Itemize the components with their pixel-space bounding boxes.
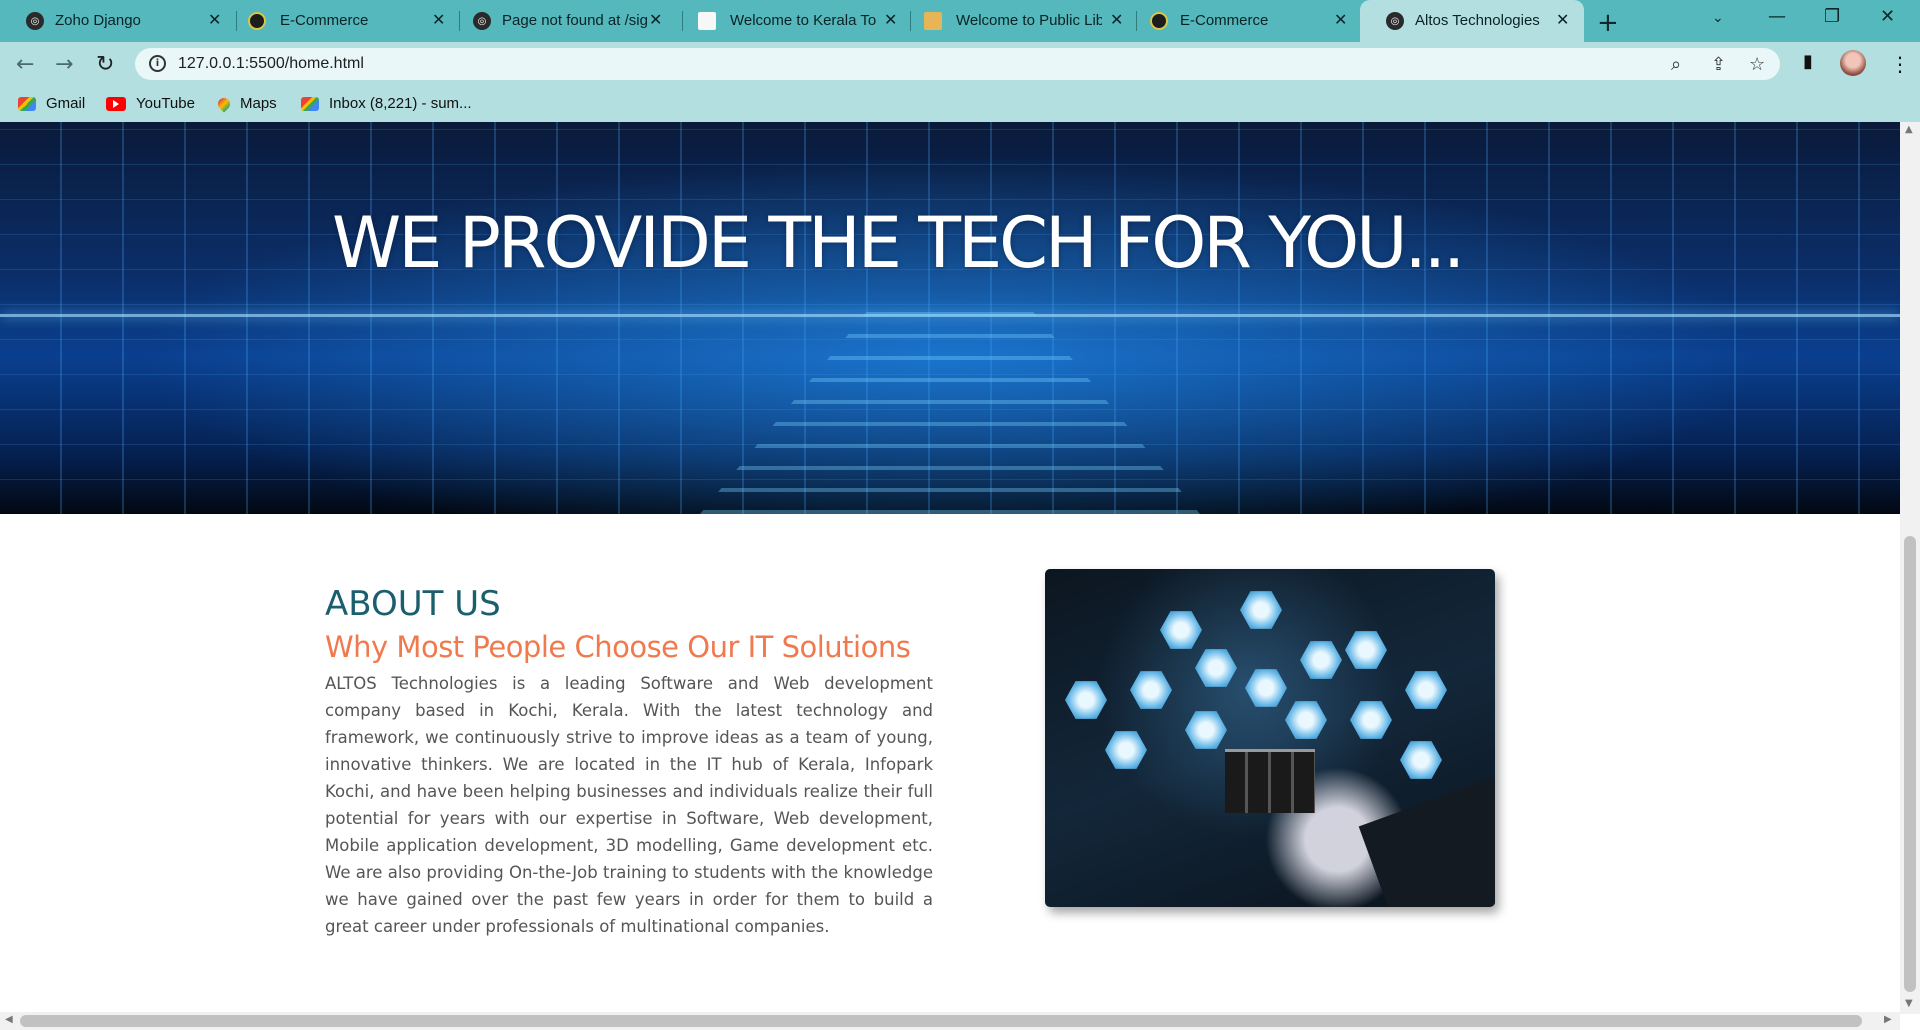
close-tab-icon[interactable]: ✕ xyxy=(884,10,897,29)
page-icon xyxy=(698,12,716,30)
close-tab-icon[interactable]: ✕ xyxy=(1334,10,1347,29)
bookmark-gmail[interactable]: Gmail xyxy=(18,95,85,112)
tab-strip: ◎ Zoho Django ✕ E-Commerce ✕ ◎ Page not … xyxy=(0,0,1920,42)
side-panel-icon[interactable]: ▮ xyxy=(1803,51,1813,72)
forward-arrow-icon[interactable]: → xyxy=(55,52,73,77)
network-node-icon xyxy=(1245,669,1287,707)
tab-title: Welcome to Public Lib xyxy=(956,12,1102,29)
vertical-scrollbar[interactable]: ▲ ▼ xyxy=(1900,122,1920,1014)
bookmark-inbox[interactable]: Inbox (8,221) - sum... xyxy=(301,95,472,112)
tab-title: Altos Technologies xyxy=(1415,12,1540,29)
network-node-icon xyxy=(1195,649,1237,687)
horizontal-scroll-thumb[interactable] xyxy=(20,1015,1862,1027)
network-node-icon xyxy=(1405,671,1447,709)
globe-icon: ◎ xyxy=(26,12,44,30)
globe-icon: ◎ xyxy=(473,12,491,30)
network-node-icon xyxy=(1160,611,1202,649)
new-tab-plus-icon[interactable]: + xyxy=(1597,8,1619,38)
book-icon xyxy=(924,12,942,30)
bookmark-label: Inbox (8,221) - sum... xyxy=(329,95,472,112)
network-node-icon xyxy=(1300,641,1342,679)
network-node-icon xyxy=(1240,591,1282,629)
network-node-icon xyxy=(1185,711,1227,749)
close-tab-icon[interactable]: ✕ xyxy=(208,10,221,29)
about-body: ALTOS Technologies is a leading Software… xyxy=(325,674,933,936)
tab-title: Welcome to Kerala To xyxy=(730,12,876,29)
url-text[interactable]: 127.0.0.1:5500/home.html xyxy=(178,55,364,73)
ecommerce-icon xyxy=(1150,12,1168,30)
bookmark-youtube[interactable]: YouTube xyxy=(106,95,195,112)
server-rack-graphic xyxy=(1225,749,1315,813)
page-viewport: WE PROVIDE THE TECH FOR YOU... ABOUT US … xyxy=(0,122,1900,1014)
avatar[interactable] xyxy=(1840,50,1866,76)
share-icon[interactable]: ⇪ xyxy=(1711,54,1726,75)
about-section: ABOUT US Why Most People Choose Our IT S… xyxy=(325,570,933,940)
about-heading: ABOUT US xyxy=(325,584,501,624)
gmail-icon xyxy=(301,96,319,111)
back-arrow-icon[interactable]: ← xyxy=(16,52,34,77)
bookmark-label: YouTube xyxy=(136,95,195,112)
maps-icon xyxy=(215,95,233,112)
network-node-icon xyxy=(1400,741,1442,779)
tab-title: Zoho Django xyxy=(55,12,141,29)
restore-icon[interactable]: ❐ xyxy=(1824,6,1840,27)
browser-toolbar: ← → ↻ i 127.0.0.1:5500/home.html ⌕ ⇪ ☆ ▮… xyxy=(0,42,1920,86)
gmail-icon xyxy=(18,96,36,111)
network-node-icon xyxy=(1105,731,1147,769)
close-tab-icon[interactable]: ✕ xyxy=(1556,10,1569,29)
hero-banner: WE PROVIDE THE TECH FOR YOU... xyxy=(0,122,1900,514)
tab-ecommerce[interactable]: E-Commerce ✕ xyxy=(222,0,460,42)
youtube-icon xyxy=(106,96,126,111)
about-image xyxy=(1045,569,1495,907)
close-tab-icon[interactable]: ✕ xyxy=(432,10,445,29)
minimize-icon[interactable]: — xyxy=(1768,6,1786,27)
network-node-icon xyxy=(1130,671,1172,709)
hand-graphic xyxy=(1358,778,1495,907)
network-node-icon xyxy=(1285,701,1327,739)
tab-altos-technologies[interactable]: ◎ Altos Technologies ✕ xyxy=(1360,0,1584,42)
bookmarks-bar: Gmail YouTube Maps Inbox (8,221) - sum..… xyxy=(0,86,1920,122)
tab-page-not-found[interactable]: ◎ Page not found at /sig ✕ xyxy=(447,0,675,42)
reload-icon[interactable]: ↻ xyxy=(96,52,114,77)
scroll-left-arrow-icon[interactable]: ◀ xyxy=(5,1014,13,1025)
bookmark-maps[interactable]: Maps xyxy=(215,95,277,112)
globe-icon: ◎ xyxy=(1386,12,1404,30)
scroll-right-arrow-icon[interactable]: ▶ xyxy=(1884,1014,1892,1025)
network-node-icon xyxy=(1065,681,1107,719)
tab-zoho-django[interactable]: ◎ Zoho Django ✕ xyxy=(0,0,238,42)
scroll-down-arrow-icon[interactable]: ▼ xyxy=(1905,998,1913,1009)
address-bar[interactable]: i 127.0.0.1:5500/home.html ⌕ ⇪ ☆ xyxy=(135,48,1780,80)
horizontal-scrollbar[interactable]: ◀ ▶ xyxy=(0,1012,1900,1030)
vertical-scroll-thumb[interactable] xyxy=(1904,536,1916,992)
bookmark-star-icon[interactable]: ☆ xyxy=(1749,54,1765,75)
ecommerce-icon xyxy=(248,12,266,30)
tab-kerala-tourism[interactable]: Welcome to Kerala To ✕ xyxy=(672,0,908,42)
close-tab-icon[interactable]: ✕ xyxy=(649,10,662,29)
network-node-icon xyxy=(1345,631,1387,669)
tab-title: Page not found at /sig xyxy=(502,12,648,29)
close-window-icon[interactable]: ✕ xyxy=(1880,6,1895,27)
tab-ecommerce-2[interactable]: E-Commerce ✕ xyxy=(1124,0,1358,42)
hero-grid-floor xyxy=(700,302,1200,514)
bookmark-label: Maps xyxy=(240,95,277,112)
site-info-icon[interactable]: i xyxy=(149,55,166,72)
tab-title: E-Commerce xyxy=(280,12,369,29)
tab-public-library[interactable]: Welcome to Public Lib ✕ xyxy=(898,0,1134,42)
tab-search-chevron-down-icon[interactable]: ⌄ xyxy=(1712,10,1724,26)
zoom-icon[interactable]: ⌕ xyxy=(1671,54,1681,75)
close-tab-icon[interactable]: ✕ xyxy=(1110,10,1123,29)
network-node-icon xyxy=(1350,701,1392,739)
bookmark-label: Gmail xyxy=(46,95,86,112)
hero-title: WE PROVIDE THE TECH FOR YOU... xyxy=(332,202,1465,284)
menu-kebab-icon[interactable]: ⋮ xyxy=(1890,52,1910,76)
tab-title: E-Commerce xyxy=(1180,12,1269,29)
about-subheading: Why Most People Choose Our IT Solutions xyxy=(325,630,911,664)
scroll-up-arrow-icon[interactable]: ▲ xyxy=(1905,124,1913,135)
